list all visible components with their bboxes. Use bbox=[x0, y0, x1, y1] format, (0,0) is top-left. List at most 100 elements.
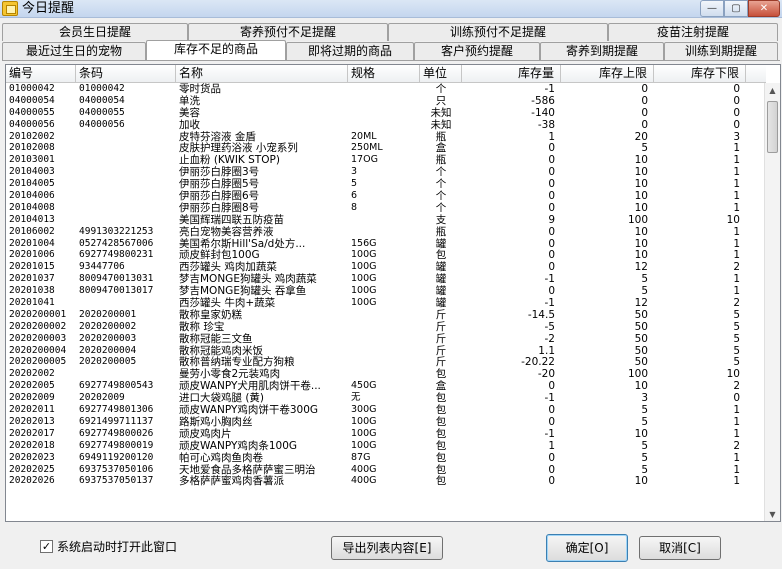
cell-code: 20202005 bbox=[9, 380, 55, 392]
column-header[interactable]: 规格 bbox=[348, 65, 420, 83]
table-row[interactable]: 20201041 西莎罐头 牛肉+蔬菜 100G 罐 -1 12 2 bbox=[6, 297, 766, 309]
column-header[interactable]: 库存上限 bbox=[561, 65, 654, 83]
tab-training-due[interactable]: 训练到期提醒 bbox=[664, 42, 778, 60]
table-row[interactable]: 20202017 6927749800026 顽皮鸡肉片 100G 包 -1 10 1 bbox=[6, 428, 766, 440]
cell-max: 10 bbox=[634, 237, 648, 250]
table-row[interactable]: 2020200001 2020200001 散称皇家奶糕 斤 -14.5 50 5 bbox=[6, 309, 766, 321]
table-row[interactable]: 04000055 04000055 美容 未知 -140 0 0 bbox=[6, 107, 766, 119]
minimize-button[interactable]: — bbox=[700, 0, 724, 17]
table-row[interactable]: 20202011 6927749801306 顽皮WANPY鸡肉饼干卷300G 300… bbox=[6, 404, 766, 416]
column-header[interactable]: 编号 bbox=[6, 65, 76, 83]
scroll-down-icon[interactable]: ▼ bbox=[765, 507, 780, 521]
scroll-thumb[interactable] bbox=[767, 101, 778, 153]
ok-button[interactable]: 确定[O] bbox=[546, 534, 628, 562]
cell-name: 伊丽莎白脖圈8号 bbox=[179, 201, 260, 214]
cell-min: 1 bbox=[733, 225, 740, 238]
table-row[interactable]: 20202005 6927749800543 顽皮WANPY犬用肌肉饼干卷... 45… bbox=[6, 380, 766, 392]
cell-min: 0 bbox=[733, 118, 740, 131]
checkbox-box[interactable]: ✓ bbox=[40, 540, 53, 553]
table-row[interactable]: 01000042 01000042 零时货品 个 -1 0 0 bbox=[6, 83, 766, 95]
cell-barcode bbox=[76, 142, 176, 154]
table-row[interactable]: 20202013 6921499711137 路斯鸡小胸肉丝 100G 包 0 5 1 bbox=[6, 416, 766, 428]
table-row[interactable]: 20202018 6927749800019 顽皮WANPY鸡肉条100G 100G 包… bbox=[6, 440, 766, 452]
table-row[interactable]: 20202026 6937537050137 多格萨萨蜜鸡肉香薯派 400G 包 0 10 1 bbox=[6, 475, 766, 487]
cell-code: 20202009 bbox=[9, 392, 55, 404]
cell-max: 10 bbox=[634, 225, 648, 238]
table-row[interactable]: 20201038 8009470013017 梦吉MONGE狗罐头 吞拿鱼 100G 罐… bbox=[6, 285, 766, 297]
cell-code: 20202017 bbox=[9, 427, 55, 439]
cell-unit: 罐 bbox=[435, 261, 447, 274]
cell-stock: 0 bbox=[548, 142, 555, 155]
close-button[interactable]: ✕ bbox=[748, 0, 780, 17]
tab-boarding-due[interactable]: 寄养到期提醒 bbox=[540, 42, 664, 60]
cell-name: 美国希尔斯Hill'Sa/d处方... bbox=[179, 237, 306, 250]
cell-name: 伊丽莎白脖圈3号 bbox=[179, 166, 260, 179]
export-button[interactable]: 导出列表内容[E] bbox=[331, 536, 443, 560]
cell-unit: 支 bbox=[435, 213, 447, 226]
table-row[interactable]: 20102002 皮特芬溶液 金盾 20ML 瓶 1 20 3 bbox=[6, 131, 766, 143]
column-header[interactable]: 库存下限 bbox=[654, 65, 746, 83]
table-row[interactable]: 2020200004 2020200004 散称冠能鸡肉米饭 斤 1.1 50 5 bbox=[6, 345, 766, 357]
table-row[interactable]: 20104003 伊丽莎白脖圈3号 3 个 0 10 1 bbox=[6, 166, 766, 178]
cell-min: 1 bbox=[733, 190, 740, 203]
cell-barcode bbox=[76, 202, 176, 214]
cell-min: 1 bbox=[733, 463, 740, 476]
cell-stock: 1 bbox=[548, 130, 555, 143]
cell-max: 10 bbox=[634, 380, 648, 393]
table-row[interactable]: 2020200002 2020200002 散称 珍宝 斤 -5 50 5 bbox=[6, 321, 766, 333]
cell-barcode: 04000055 bbox=[79, 106, 125, 118]
table-row[interactable]: 20104013 美国辉瑞四联五防疫苗 支 9 100 10 bbox=[6, 214, 766, 226]
cell-max: 5 bbox=[641, 142, 648, 155]
column-header[interactable]: 单位 bbox=[420, 65, 462, 83]
cell-min: 5 bbox=[733, 344, 740, 357]
cell-name: 散称普纳瑞专业配方狗粮 bbox=[179, 356, 295, 369]
cell-max: 100 bbox=[627, 213, 648, 226]
cell-stock: 0 bbox=[548, 154, 555, 167]
cell-max: 5 bbox=[641, 439, 648, 452]
column-header[interactable]: 条码 bbox=[76, 65, 176, 83]
cell-barcode bbox=[76, 214, 176, 226]
table-row[interactable]: 04000054 04000054 单洗 只 -586 0 0 bbox=[6, 95, 766, 107]
maximize-button[interactable]: ▢ bbox=[724, 0, 748, 17]
table-row[interactable]: 2020200003 2020200003 散称冠能三文鱼 斤 -2 50 5 bbox=[6, 333, 766, 345]
table-row[interactable]: 20201037 8009470013031 梦吉MONGE狗罐头 鸡肉蔬菜 100G… bbox=[6, 273, 766, 285]
cell-stock: 0 bbox=[548, 404, 555, 417]
cancel-button[interactable]: 取消[C] bbox=[639, 536, 721, 560]
tab-pet-birthday[interactable]: 最近过生日的宠物 bbox=[2, 42, 146, 60]
cell-min: 5 bbox=[733, 320, 740, 333]
tab-boarding-prepay[interactable]: 寄养预付不足提醒 bbox=[188, 23, 388, 41]
table-row[interactable]: 20104008 伊丽莎白脖圈8号 8 个 0 10 1 bbox=[6, 202, 766, 214]
tab-member-birthday[interactable]: 会员生日提醒 bbox=[2, 23, 188, 41]
table-row[interactable]: 20104005 伊丽莎白脖圈5号 5 个 0 10 1 bbox=[6, 178, 766, 190]
column-header[interactable]: 库存量 bbox=[462, 65, 561, 83]
table-row[interactable]: 20102008 皮肤护理药浴液 小宠系列 250ML 盒 0 5 1 bbox=[6, 142, 766, 154]
cell-min: 5 bbox=[733, 332, 740, 345]
tab-expiring[interactable]: 即将过期的商品 bbox=[286, 42, 414, 60]
tab-vaccine[interactable]: 疫苗注射提醒 bbox=[608, 23, 778, 41]
checkbox-label[interactable]: 系统启动时打开此窗口 bbox=[57, 540, 177, 554]
table-row[interactable]: 20201006 6927749800231 顽皮鲜封包100G 100G 包 0 10 1 bbox=[6, 249, 766, 261]
table-row[interactable]: 04000056 04000056 加收 未知 -38 0 0 bbox=[6, 119, 766, 131]
low-stock-table[interactable]: 编号 条码 名称 规格 单位 库存量 库存上限 库存下限 01000042 010… bbox=[5, 64, 781, 522]
cell-unit: 罐 bbox=[435, 273, 447, 286]
tab-low-stock[interactable]: 库存不足的商品 bbox=[146, 40, 286, 60]
table-row[interactable]: 20201015 93447706 西莎罐头 鸡肉加蔬菜 100G 罐 0 12 2 bbox=[6, 261, 766, 273]
cell-max: 0 bbox=[641, 106, 648, 119]
cell-unit: 个 bbox=[435, 190, 447, 203]
cell-spec: 300G bbox=[351, 404, 377, 416]
table-row[interactable]: 2020200005 2020200005 散称普纳瑞专业配方狗粮 斤 -20.22 50… bbox=[6, 356, 766, 368]
table-row[interactable]: 20202009 20202009 进口大袋鸡腿 (黄) 无 包 -1 3 0 bbox=[6, 392, 766, 404]
table-row[interactable]: 20106002 4991303221253 亮白宠物美容营养液 瓶 0 10 1 bbox=[6, 226, 766, 238]
table-row[interactable]: 20201004 0527428567006 美国希尔斯Hill'Sa/d处方...… bbox=[6, 238, 766, 250]
vertical-scrollbar[interactable]: ▲ ▼ bbox=[764, 83, 780, 521]
cell-code: 2020200003 bbox=[9, 332, 67, 344]
table-row[interactable]: 20202023 6949119200120 帕可心鸡肉鱼肉卷 87G 包 0 5 1 bbox=[6, 452, 766, 464]
table-row[interactable]: 20202025 6937537050106 天地爱食品多格萨萨蜜三明治 400G 包 0… bbox=[6, 464, 766, 476]
scroll-up-icon[interactable]: ▲ bbox=[765, 83, 780, 99]
table-row[interactable]: 20103001 止血粉 (KWIK STOP) 17OG 瓶 0 10 1 bbox=[6, 154, 766, 166]
tab-appointments[interactable]: 客户预约提醒 bbox=[414, 42, 540, 60]
tab-training-prepay[interactable]: 训练预付不足提醒 bbox=[388, 23, 608, 41]
table-row[interactable]: 20202002 曼劳小零食2元装鸡肉 包 -20 100 10 bbox=[6, 368, 766, 380]
column-header[interactable]: 名称 bbox=[176, 65, 348, 83]
table-row[interactable]: 20104006 伊丽莎白脖圈6号 6 个 0 10 1 bbox=[6, 190, 766, 202]
